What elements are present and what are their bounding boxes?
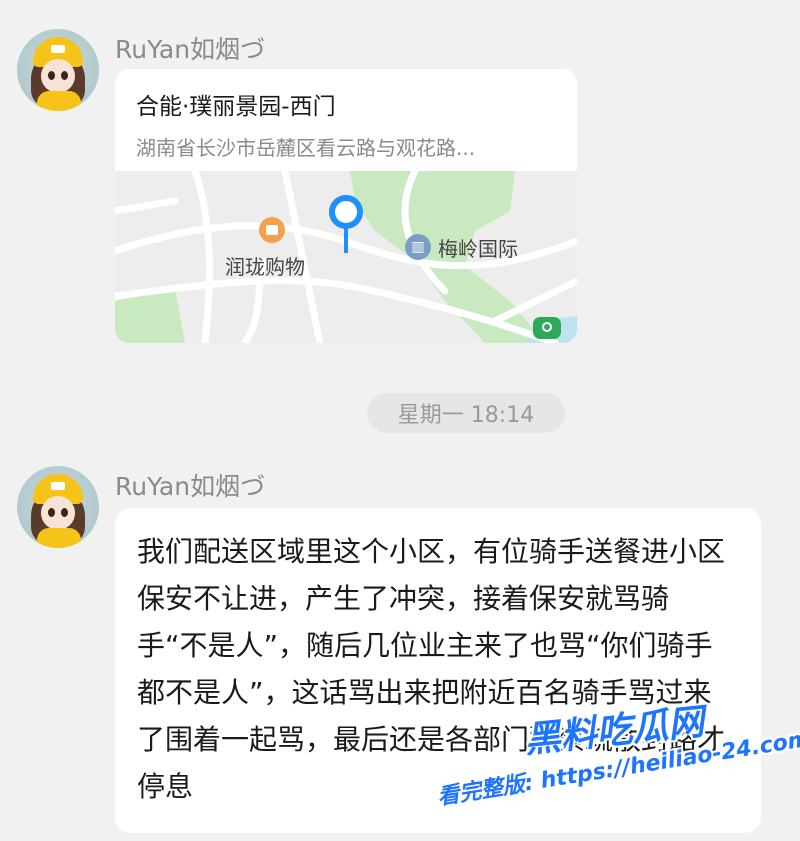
avatar[interactable]: [17, 466, 99, 548]
location-title: 合能·璞丽景园-西门: [136, 94, 336, 120]
location-address: 湖南省长沙市岳麓区看云路与观花路...: [136, 136, 476, 160]
map-poi-label: 梅岭国际: [438, 237, 518, 261]
sender-name: RuYan如烟づ: [115, 35, 266, 64]
timestamp: 星期一 18:14: [367, 393, 565, 433]
location-card[interactable]: 合能·璞丽景园-西门 湖南省长沙市岳麓区看云路与观花路... 润珑购物 ▥ 梅岭…: [115, 69, 577, 343]
map-pin-icon: [329, 195, 363, 253]
sender-name: RuYan如烟づ: [115, 472, 266, 501]
building-icon: ▥: [405, 234, 431, 260]
avatar[interactable]: [17, 29, 99, 111]
shopping-bag-icon: [259, 217, 285, 243]
camera-icon: [533, 317, 561, 339]
map-preview[interactable]: 润珑购物 ▥ 梅岭国际: [115, 171, 577, 343]
map-poi-label: 润珑购物: [225, 255, 305, 279]
